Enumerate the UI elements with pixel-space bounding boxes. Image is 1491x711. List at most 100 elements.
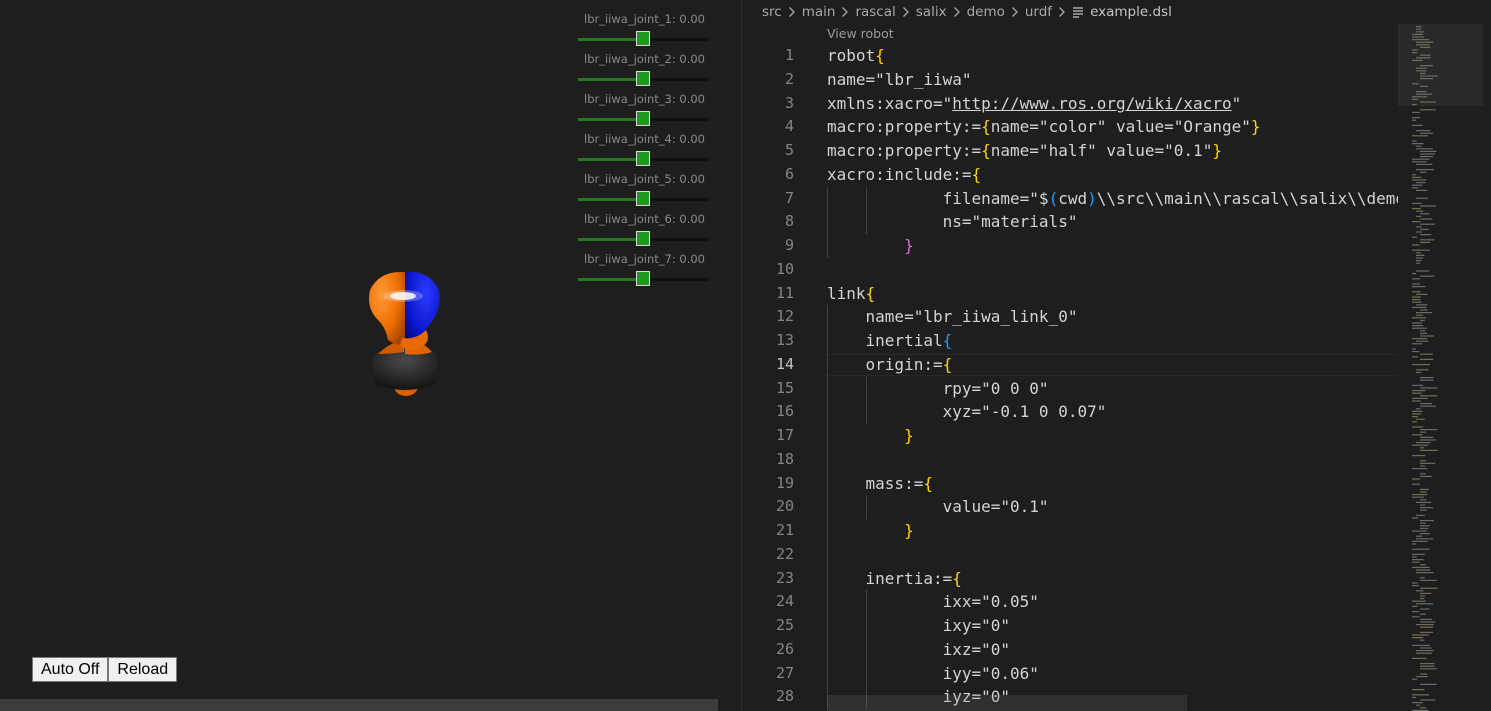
joint-slider-thumb[interactable] [636, 151, 650, 166]
code-line[interactable]: 14 origin:={ [742, 353, 1398, 377]
code-line[interactable]: 17 } [742, 424, 1398, 448]
minimap-line [1416, 145, 1422, 147]
minimap-line [1420, 613, 1426, 615]
code-line[interactable]: 16 xyz="-0.1 0 0.07" [742, 400, 1398, 424]
line-number: 7 [784, 188, 794, 207]
chevron-right-icon [953, 6, 961, 18]
code-line[interactable]: 23 inertia:={ [742, 567, 1398, 591]
code-line[interactable]: 24 ixx="0.05" [742, 590, 1398, 614]
joint-slider-thumb[interactable] [636, 231, 650, 246]
code-line[interactable]: 3 xmlns:xacro="http://www.ros.org/wiki/xa… [742, 92, 1398, 116]
line-text: rpy="0 0 0" [827, 378, 1049, 398]
code-line[interactable]: 13 inertial{ [742, 329, 1398, 353]
code-lines[interactable]: 1 robot{2 name="lbr_iiwa" 3 xmlns:xacro="htt… [742, 44, 1405, 709]
line-text: origin:={ [827, 354, 953, 374]
code-line[interactable]: 4 macro:property:={name="color" value="Or… [742, 115, 1398, 139]
minimap-line [1420, 665, 1435, 667]
minimap-line [1416, 182, 1426, 184]
minimap-line [1416, 270, 1430, 272]
joint-slider-thumb[interactable] [636, 71, 650, 86]
view-robot-codelens[interactable]: View robot [827, 26, 894, 41]
breadcrumb-item-salix[interactable]: salix [916, 4, 947, 20]
code-line[interactable]: 7 filename="$(cwd)\\src\\main\\rascal\\s… [742, 187, 1405, 211]
joint-slider-track[interactable] [578, 111, 708, 126]
line-text: name="lbr_iiwa_link_0" [827, 307, 1078, 327]
robot-3d-model[interactable] [360, 268, 450, 400]
minimap-line [1412, 351, 1420, 353]
minimap-line [1412, 317, 1427, 319]
minimap-line [1412, 140, 1417, 142]
code-line[interactable]: 6 xacro:include:={ [742, 163, 1398, 187]
line-text: value="0.1" [827, 497, 1049, 517]
breadcrumb-item-demo[interactable]: demo [967, 4, 1005, 20]
editor-horizontal-scrollbar[interactable] [827, 695, 1187, 711]
reload-button[interactable]: Reload [108, 657, 178, 682]
code-line[interactable]: 18 [742, 448, 1398, 472]
joint-slider-thumb[interactable] [636, 271, 650, 286]
code-line[interactable]: 9 } [742, 234, 1398, 258]
minimap-slider[interactable] [1398, 24, 1483, 106]
joint-slider-track[interactable] [578, 151, 708, 166]
code-editor[interactable]: src main rascal salix demo urdf example.dsl Vi… [742, 0, 1491, 711]
robot-viewer[interactable]: lbr_iiwa_joint_1: 0.00 lbr_iiwa_joint_2: … [0, 0, 718, 711]
minimap-line [1420, 460, 1426, 462]
joint-sliders-panel: lbr_iiwa_joint_1: 0.00 lbr_iiwa_joint_2: … [578, 12, 710, 292]
line-text: macro:property:={name="half" value="0.1"… [827, 141, 1222, 160]
code-line[interactable]: 11 link{ [742, 282, 1398, 306]
minimap-line [1416, 501, 1432, 503]
code-line[interactable]: 12 name="lbr_iiwa_link_0" [742, 305, 1398, 329]
breadcrumb-file-name[interactable]: example.dsl [1090, 4, 1172, 20]
joint-slider-track[interactable] [578, 71, 708, 86]
joint-slider-thumb[interactable] [636, 111, 650, 126]
minimap-line [1412, 517, 1419, 519]
minimap-line [1412, 291, 1421, 293]
line-text: inertial{ [827, 331, 953, 350]
joint-slider-track[interactable] [578, 231, 708, 246]
code-line[interactable]: 5 macro:property:={name="half" value="0.1… [742, 139, 1398, 163]
line-number: 6 [784, 164, 794, 183]
code-line[interactable]: 2 name="lbr_iiwa" [742, 68, 1398, 92]
minimap-line [1412, 543, 1417, 545]
minimap-line [1420, 335, 1434, 337]
minimap-line [1416, 210, 1424, 212]
minimap-line [1412, 176, 1422, 178]
viewer-horizontal-scrollbar[interactable] [0, 699, 718, 711]
line-text: xmlns:xacro="http://www.ros.org/wiki/xac… [827, 93, 1242, 113]
code-line[interactable]: 10 [742, 258, 1398, 282]
code-line[interactable]: 20 value="0.1" [742, 495, 1398, 519]
auto-off-button[interactable]: Auto Off [32, 657, 109, 682]
minimap-line [1416, 590, 1424, 592]
code-line[interactable]: 26 ixz="0" [742, 638, 1398, 662]
minimap-line [1412, 202, 1422, 204]
code-line[interactable]: 22 [742, 543, 1398, 567]
joint-slider-thumb[interactable] [636, 31, 650, 46]
code-line[interactable]: 21 } [742, 519, 1398, 543]
minimap-line [1412, 478, 1421, 480]
line-number: 5 [784, 141, 794, 159]
breadcrumb-item-src[interactable]: src [762, 4, 782, 20]
minimap-line [1420, 595, 1426, 597]
joint-slider-track[interactable] [578, 31, 708, 46]
minimap-line [1420, 241, 1431, 243]
breadcrumb-item-main[interactable]: main [802, 4, 836, 20]
joint-label: lbr_iiwa_joint_7: 0.00 [584, 252, 705, 266]
joint-slider-4: lbr_iiwa_joint_4: 0.00 [578, 132, 710, 172]
joint-slider-track[interactable] [578, 271, 708, 286]
code-line[interactable]: 27 iyy="0.06" [742, 662, 1398, 686]
code-line[interactable]: 1 robot{ [742, 44, 1398, 68]
joint-slider-thumb[interactable] [636, 191, 650, 206]
joint-slider-track[interactable] [578, 191, 708, 206]
breadcrumb-item-urdf[interactable]: urdf [1025, 4, 1052, 20]
code-line[interactable]: 8 ns="materials" [742, 210, 1398, 234]
minimap-line [1412, 119, 1417, 121]
panel-splitter[interactable] [718, 0, 742, 711]
minimap-line [1420, 379, 1434, 381]
minimap-line [1412, 392, 1422, 394]
minimap[interactable] [1398, 24, 1483, 711]
code-line[interactable]: 15 rpy="0 0 0" [742, 377, 1398, 401]
line-text: name="lbr_iiwa" [827, 69, 972, 89]
minimap-line [1420, 395, 1438, 397]
code-line[interactable]: 19 mass:={ [742, 472, 1398, 496]
code-line[interactable]: 25 ixy="0" [742, 614, 1398, 638]
breadcrumb-item-rascal[interactable]: rascal [855, 4, 895, 20]
